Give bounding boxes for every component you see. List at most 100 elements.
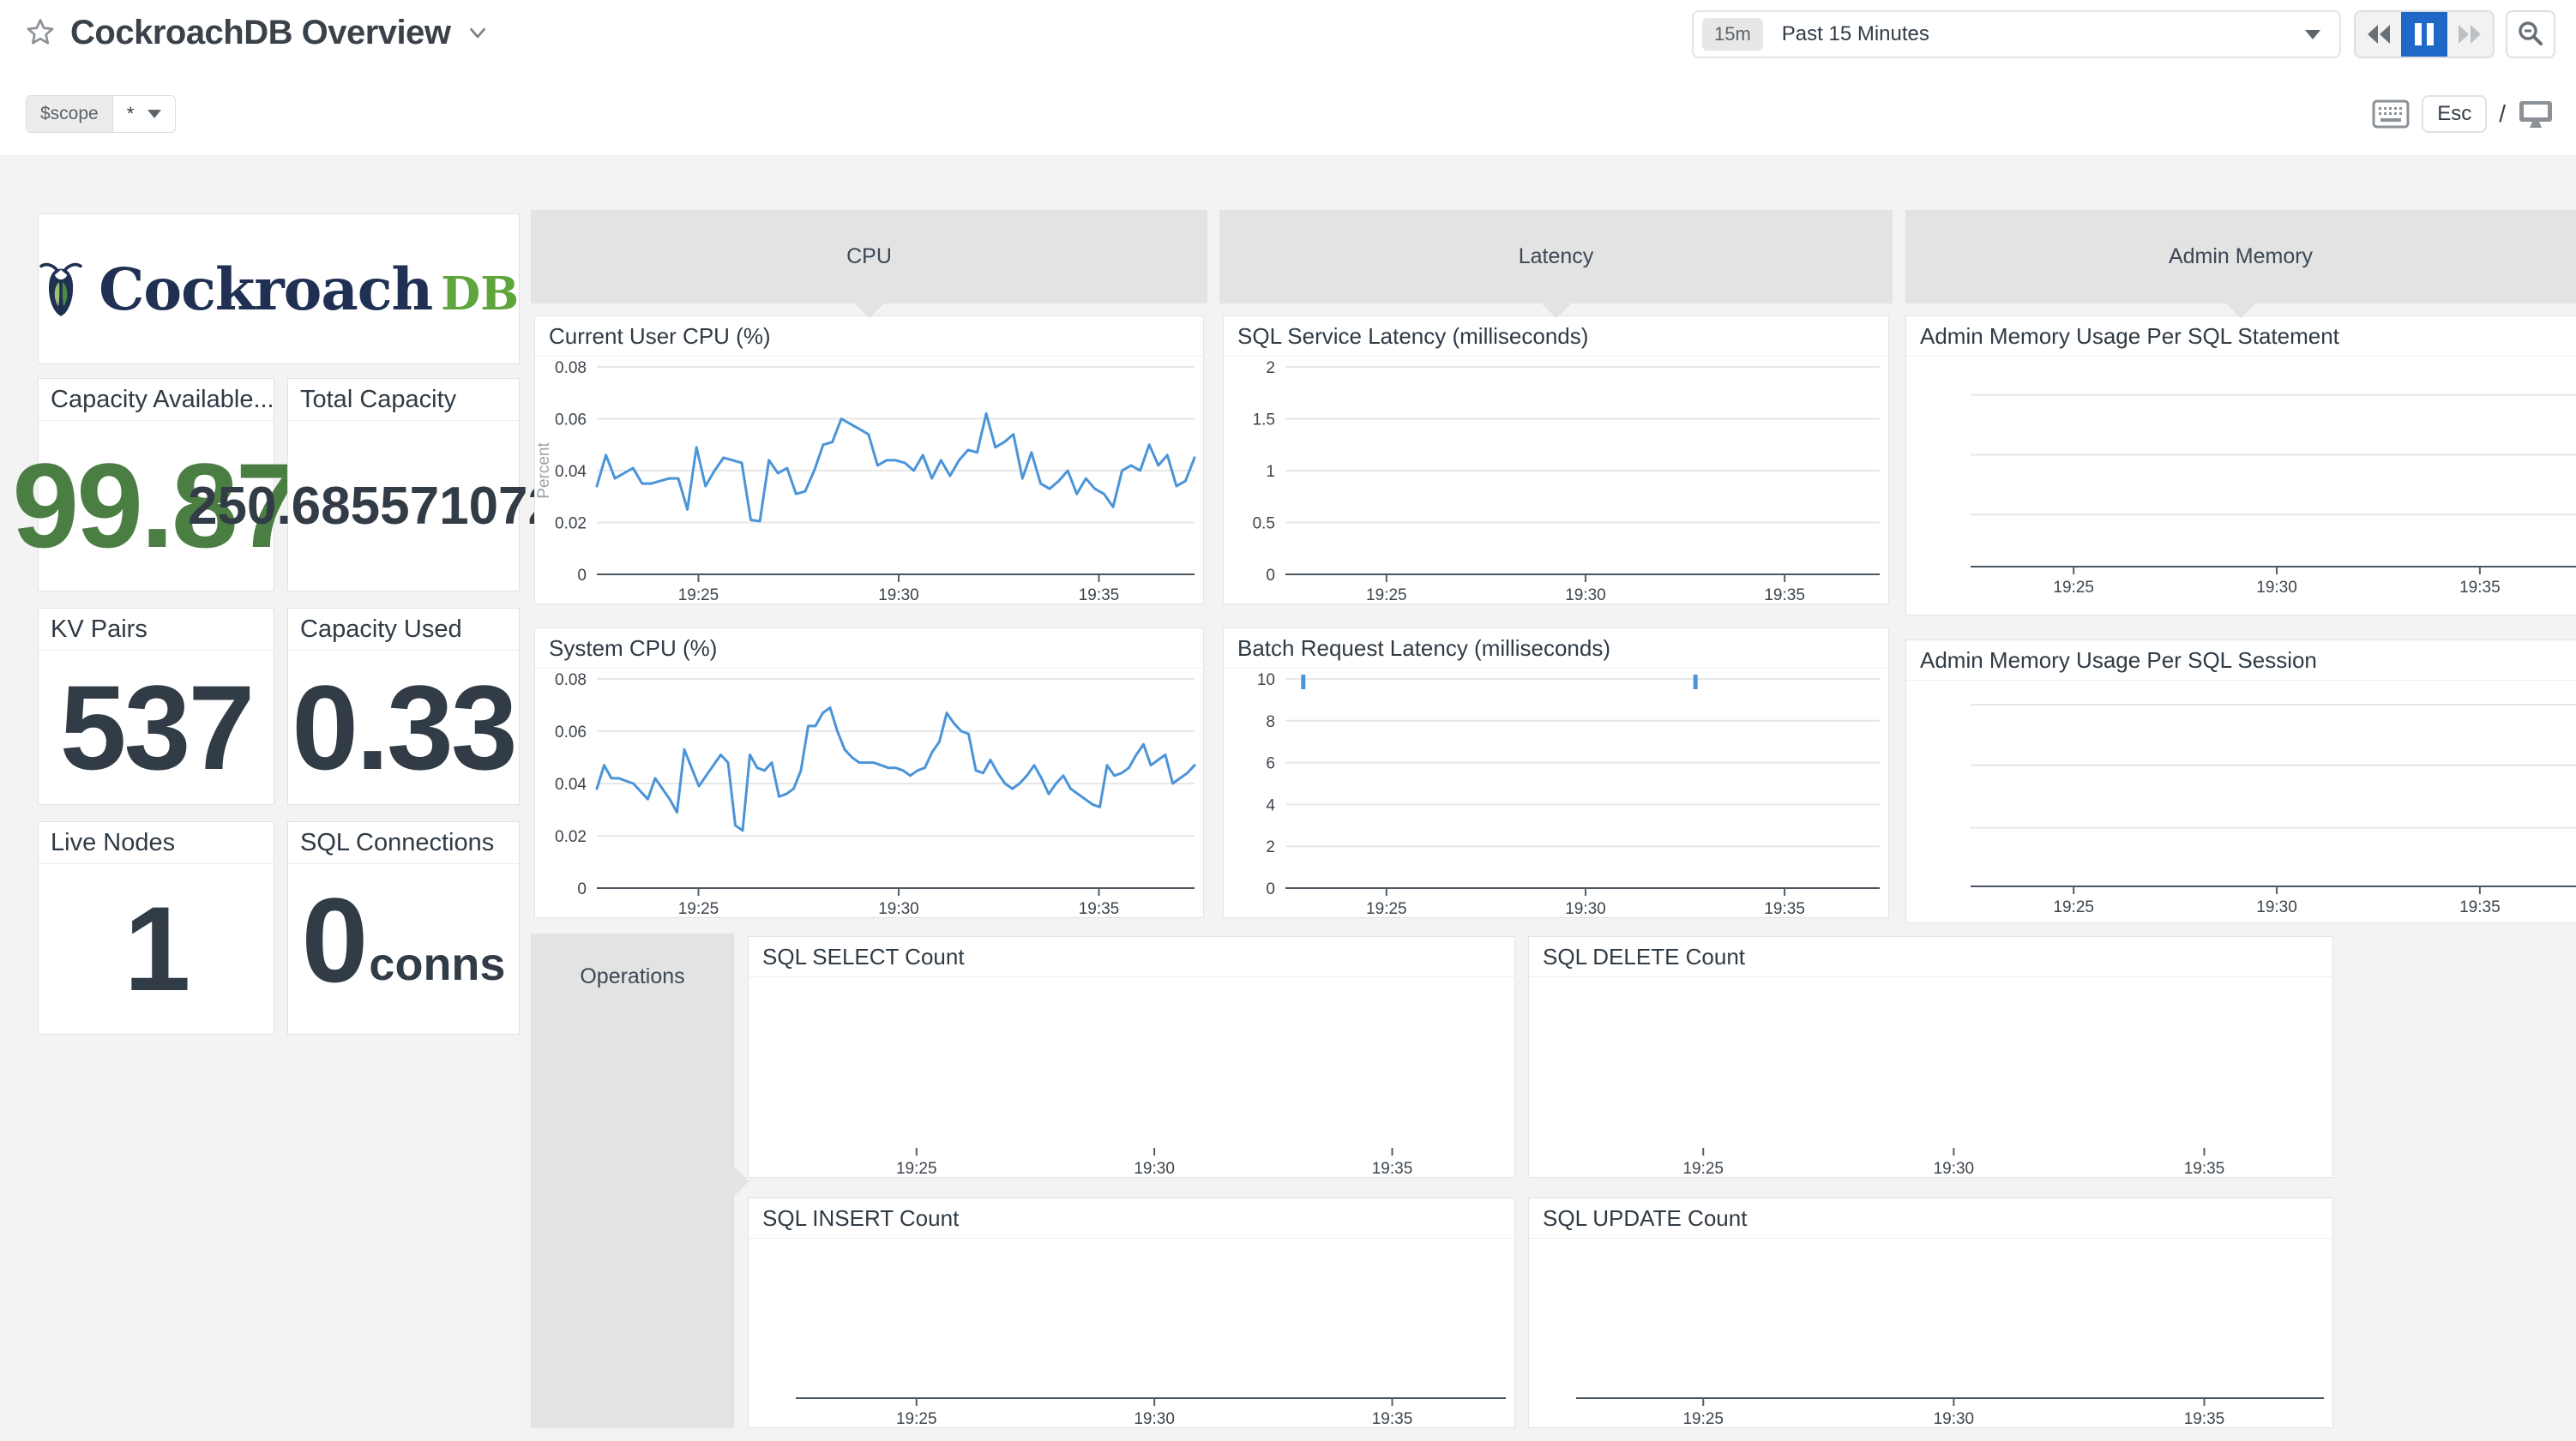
svg-text:0.08: 0.08 [555, 359, 587, 377]
chart-sql-select-count[interactable]: 19:2519:3019:35 [749, 977, 1514, 1177]
svg-text:19:30: 19:30 [1134, 1410, 1175, 1427]
panel-sql-update-count[interactable]: SQL UPDATE Count 19:25 19:30 19:35 [1528, 1198, 2333, 1428]
slash-shortcut: / [2499, 100, 2506, 128]
svg-text:0.02: 0.02 [555, 828, 587, 846]
stat-card-sql-connections[interactable]: SQL Connections 0 conns [287, 821, 520, 1035]
chart-sql-insert-count[interactable]: 19:25 19:30 19:35 [749, 1239, 1514, 1427]
svg-text:0: 0 [1266, 567, 1275, 585]
panel-sql-select-count[interactable]: SQL SELECT Count 19:2519:3019:35 [748, 936, 1515, 1178]
group-header-cpu: CPU [531, 210, 1207, 303]
svg-text:19:35: 19:35 [1764, 900, 1805, 917]
stat-card-live-nodes[interactable]: Live Nodes 1 [38, 821, 274, 1035]
svg-text:2: 2 [1266, 838, 1275, 856]
svg-text:19:30: 19:30 [878, 900, 919, 917]
chart-admin-memory-statement[interactable]: 19:2519:3019:35 [1906, 357, 2576, 615]
chart-sql-service-latency[interactable]: 00.511.5219:2519:3019:35 [1224, 357, 1888, 603]
svg-text:0.08: 0.08 [555, 671, 587, 689]
cockroachdb-logo-card[interactable]: CockroachDB [38, 213, 520, 364]
zoom-out-button[interactable] [2506, 10, 2555, 58]
svg-text:19:35: 19:35 [2459, 898, 2501, 916]
stat-label: Capacity Available... [39, 379, 274, 421]
group-header-operations: Operations [531, 934, 734, 1428]
svg-text:19:25: 19:25 [2053, 579, 2094, 597]
chart-system-cpu[interactable]: 00.020.040.060.0819:2519:3019:35 [535, 669, 1203, 917]
svg-text:0: 0 [577, 567, 587, 585]
chevron-down-icon[interactable] [465, 20, 491, 45]
time-range-label: Past 15 Minutes [1782, 22, 2305, 46]
svg-text:19:30: 19:30 [1934, 1410, 1975, 1427]
svg-text:19:30: 19:30 [2256, 579, 2297, 597]
group-label: CPU [846, 244, 892, 269]
pause-icon [2413, 22, 2435, 46]
svg-text:19:30: 19:30 [1134, 1160, 1175, 1177]
panel-sql-service-latency[interactable]: SQL Service Latency (milliseconds) 00.51… [1223, 315, 1889, 604]
stat-label: Live Nodes [39, 822, 274, 864]
svg-text:0.04: 0.04 [555, 463, 587, 481]
svg-text:19:25: 19:25 [896, 1160, 937, 1177]
chart-batch-request-latency[interactable]: 024681019:2519:3019:35 [1224, 669, 1888, 917]
svg-text:0: 0 [1266, 880, 1275, 898]
chart-admin-memory-session[interactable]: 19:2519:3019:35 [1906, 681, 2576, 922]
stat-card-total-capacity[interactable]: Total Capacity 250.6855710720 GB [287, 378, 520, 591]
svg-text:19:25: 19:25 [1366, 586, 1407, 603]
stat-value: 537 [60, 658, 253, 797]
svg-text:10: 10 [1257, 671, 1275, 689]
chart-sql-delete-count[interactable]: 19:2519:3019:35 [1529, 977, 2332, 1177]
panel-title: SQL UPDATE Count [1529, 1198, 2332, 1239]
panel-admin-memory-statement[interactable]: Admin Memory Usage Per SQL Statement 19:… [1905, 315, 2576, 615]
svg-text:0.06: 0.06 [555, 411, 587, 429]
svg-text:2: 2 [1266, 359, 1275, 377]
group-label: Admin Memory [2169, 244, 2313, 269]
stat-card-kv-pairs[interactable]: KV Pairs 537 [38, 608, 274, 805]
panel-sql-insert-count[interactable]: SQL INSERT Count 19:2519:3019:35 [748, 1198, 1515, 1428]
star-icon[interactable] [24, 16, 57, 49]
panel-current-user-cpu[interactable]: Current User CPU (%) 00.020.040.060.0819… [534, 315, 1204, 604]
chart-current-user-cpu[interactable]: 00.020.040.060.0819:2519:3019:35Percent [535, 357, 1203, 603]
fullscreen-monitor-icon[interactable] [2518, 98, 2554, 130]
svg-text:19:35: 19:35 [1079, 900, 1120, 917]
stat-value: 250.6855710720 [188, 476, 587, 537]
svg-text:1: 1 [1266, 463, 1275, 481]
svg-text:19:25: 19:25 [678, 586, 719, 603]
group-header-admin-memory: Admin Memory [1905, 210, 2576, 303]
scope-variable-name: $scope [27, 96, 113, 132]
stat-value: 1 [124, 880, 189, 1018]
svg-text:19:25: 19:25 [1682, 1410, 1724, 1427]
logo-suffix: DB [441, 267, 519, 321]
svg-text:19:25: 19:25 [1366, 900, 1407, 917]
svg-text:19:35: 19:35 [2184, 1410, 2225, 1427]
stat-card-capacity-used[interactable]: Capacity Used 0.33 [287, 608, 520, 805]
esc-button[interactable]: Esc [2422, 95, 2487, 133]
group-pointer [2225, 287, 2257, 319]
panel-sql-delete-count[interactable]: SQL DELETE Count 19:2519:3019:35 [1528, 936, 2333, 1178]
panel-batch-request-latency[interactable]: Batch Request Latency (milliseconds) 024… [1223, 627, 1889, 918]
panel-system-cpu[interactable]: System CPU (%) 00.020.040.060.0819:2519:… [534, 627, 1204, 918]
panel-title: Admin Memory Usage Per SQL Session [1906, 640, 2576, 681]
svg-text:19:25: 19:25 [896, 1410, 937, 1427]
svg-text:19:25: 19:25 [678, 900, 719, 917]
time-range-badge: 15m [1702, 18, 1763, 51]
svg-text:19:25: 19:25 [1682, 1160, 1724, 1177]
svg-text:19:35: 19:35 [1372, 1410, 1413, 1427]
svg-text:0.02: 0.02 [555, 515, 587, 533]
pause-button[interactable] [2401, 12, 2447, 57]
forward-button[interactable] [2447, 12, 2493, 57]
svg-text:6: 6 [1266, 755, 1275, 773]
keyboard-icon[interactable] [2372, 99, 2410, 129]
group-pointer [718, 1165, 749, 1197]
title-row: CockroachDB Overview [24, 7, 491, 58]
chart-sql-update-count[interactable]: 19:25 19:30 19:35 [1529, 1239, 2332, 1427]
stat-label: KV Pairs [39, 609, 274, 651]
svg-text:0.04: 0.04 [555, 776, 587, 794]
stat-label: Capacity Used [288, 609, 519, 651]
template-variable-scope[interactable]: $scope * [26, 95, 176, 133]
stat-label: Total Capacity [288, 379, 519, 421]
rewind-button[interactable] [2356, 12, 2401, 57]
time-range-selector[interactable]: 15m Past 15 Minutes [1692, 10, 2341, 58]
svg-text:19:35: 19:35 [1764, 586, 1805, 603]
panel-admin-memory-session[interactable]: Admin Memory Usage Per SQL Session 19:25… [1905, 639, 2576, 923]
svg-text:Percent: Percent [535, 442, 553, 499]
scope-variable-value: * [127, 103, 135, 125]
stat-unit: conns [369, 938, 505, 1010]
panel-title: SQL Service Latency (milliseconds) [1224, 316, 1888, 357]
